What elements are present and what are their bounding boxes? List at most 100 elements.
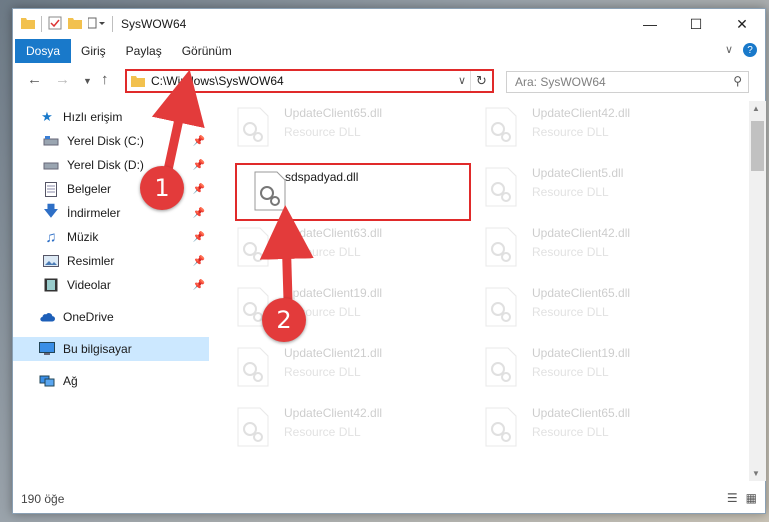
file-type: Resource DLL <box>532 365 609 379</box>
search-placeholder: Ara: SysWOW64 <box>515 75 606 89</box>
file-item[interactable]: UpdateClient42.dll Resource DLL <box>466 221 702 271</box>
dll-file-icon <box>237 407 269 447</box>
explorer-window: SysWOW64 — ☐ ✕ Dosya Giriş Paylaş Görünü… <box>12 8 766 514</box>
dll-file-icon <box>485 107 517 147</box>
navigation-pane: ★ Hızlı erişim Yerel Disk (C:) 📌 Yerel D… <box>13 101 209 479</box>
status-bar: 190 öğe ☰ ▦ <box>13 485 765 513</box>
ribbon-tabs: Dosya Giriş Paylaş Görünüm ∨ ? <box>13 39 765 63</box>
file-type: Resource DLL <box>284 125 361 139</box>
tab-share[interactable]: Paylaş <box>116 39 172 63</box>
file-highlight-box <box>235 163 471 221</box>
file-type: Resource DLL <box>532 245 609 259</box>
sidebar-item-onedrive[interactable]: OneDrive <box>13 305 209 329</box>
customize-icon[interactable] <box>87 17 106 32</box>
tab-home[interactable]: Giriş <box>71 39 116 63</box>
pin-icon[interactable]: 📌 <box>193 160 205 171</box>
file-name: UpdateClient65.dll <box>532 286 631 300</box>
vertical-scrollbar[interactable]: ▲ ▼ <box>749 101 766 481</box>
video-icon <box>43 277 59 293</box>
star-icon: ★ <box>41 109 53 124</box>
window-title: SysWOW64 <box>121 17 187 31</box>
file-type: Resource DLL <box>284 245 361 259</box>
sidebar-item-music[interactable]: ♫ Müzik 📌 <box>13 225 209 249</box>
sidebar-item-quick-access[interactable]: ★ Hızlı erişim <box>13 105 209 129</box>
quick-access-toolbar <box>13 16 113 33</box>
pin-icon[interactable]: 📌 <box>193 208 205 219</box>
file-item[interactable]: UpdateClient42.dll Resource DLL <box>218 401 454 451</box>
sidebar-item-local-disk-d[interactable]: Yerel Disk (D:) 📌 <box>13 153 209 177</box>
help-icon[interactable]: ? <box>743 43 757 57</box>
dll-file-icon <box>237 347 269 387</box>
sidebar-item-videos[interactable]: Videolar 📌 <box>13 273 209 297</box>
folder-icon[interactable] <box>21 17 35 32</box>
close-button[interactable]: ✕ <box>719 9 765 39</box>
sidebar-item-label: Müzik <box>67 230 99 244</box>
address-path[interactable]: C:\Windows\SysWOW64 <box>151 74 284 88</box>
scroll-up-icon[interactable]: ▲ <box>752 104 760 113</box>
recent-locations-icon[interactable]: ▼ <box>83 76 92 86</box>
forward-icon[interactable]: → <box>55 71 70 88</box>
sidebar-item-label: Ağ <box>63 374 78 388</box>
toolbar-divider <box>112 16 113 32</box>
sidebar-item-local-disk-c[interactable]: Yerel Disk (C:) 📌 <box>13 129 209 153</box>
file-item[interactable]: UpdateClient21.dll Resource DLL <box>218 341 454 391</box>
cloud-icon <box>39 309 55 325</box>
computer-icon <box>39 341 55 357</box>
sidebar-item-downloads[interactable]: 🡇 İndirmeler 📌 <box>13 201 209 225</box>
drive-icon <box>43 157 59 173</box>
pin-icon[interactable]: 📌 <box>193 280 205 291</box>
ribbon-right-controls: ∨ ? <box>725 43 757 57</box>
document-icon <box>43 181 59 197</box>
search-icon[interactable]: ⚲ <box>733 74 742 88</box>
title-bar: SysWOW64 — ☐ ✕ <box>13 9 765 39</box>
tab-file[interactable]: Dosya <box>15 39 71 63</box>
tab-view[interactable]: Görünüm <box>172 39 242 63</box>
details-view-icon[interactable]: ☰ <box>727 491 738 505</box>
file-item[interactable]: UpdateClient19.dll Resource DLL <box>466 341 702 391</box>
sidebar-item-label: Hızlı erişim <box>63 110 123 124</box>
file-name: UpdateClient65.dll <box>284 106 383 120</box>
sidebar-item-this-pc[interactable]: Bu bilgisayar <box>13 337 209 361</box>
file-item[interactable]: UpdateClient5.dll Resource DLL <box>466 161 702 211</box>
sidebar-item-label: Bu bilgisayar <box>63 342 132 356</box>
file-item[interactable]: UpdateClient65.dll Resource DLL <box>466 281 702 331</box>
dll-file-icon <box>237 227 269 267</box>
search-input[interactable]: Ara: SysWOW64 ⚲ <box>506 71 749 93</box>
dll-file-icon <box>485 347 517 387</box>
address-bar[interactable]: C:\Windows\SysWOW64 ∨ ↻ <box>125 69 494 93</box>
file-item[interactable]: UpdateClient65.dll Resource DLL <box>218 101 454 151</box>
new-folder-icon[interactable] <box>68 17 82 32</box>
file-item[interactable]: UpdateClient65.dll Resource DLL <box>466 401 702 451</box>
pin-icon[interactable]: 📌 <box>193 256 205 267</box>
file-item[interactable]: UpdateClient63.dll Resource DLL <box>218 221 454 271</box>
sidebar-item-pictures[interactable]: Resimler 📌 <box>13 249 209 273</box>
dll-file-icon <box>485 407 517 447</box>
pin-icon[interactable]: 📌 <box>193 136 205 147</box>
file-name: UpdateClient19.dll <box>284 286 383 300</box>
window-controls: — ☐ ✕ <box>627 9 765 39</box>
file-item[interactable]: UpdateClient42.dll Resource DLL <box>466 101 702 151</box>
scroll-down-icon[interactable]: ▼ <box>752 469 760 478</box>
minimize-button[interactable]: — <box>627 9 673 39</box>
dll-file-icon <box>485 167 517 207</box>
up-icon[interactable]: ↑ <box>101 71 109 88</box>
sidebar-item-label: İndirmeler <box>67 206 121 220</box>
file-name: UpdateClient65.dll <box>532 406 631 420</box>
sidebar-item-network[interactable]: Ağ <box>13 369 209 393</box>
file-item[interactable]: UpdateClient19.dll Resource DLL <box>218 281 454 331</box>
dll-file-icon <box>237 107 269 147</box>
pin-icon[interactable]: 📌 <box>193 232 205 243</box>
maximize-button[interactable]: ☐ <box>673 9 719 39</box>
properties-icon[interactable] <box>48 16 62 33</box>
file-name: UpdateClient63.dll <box>284 226 383 240</box>
download-icon: 🡇 <box>43 202 59 220</box>
large-icons-view-icon[interactable]: ▦ <box>746 491 757 505</box>
chevron-down-icon[interactable]: ∨ <box>458 74 466 87</box>
scroll-thumb[interactable] <box>751 121 764 171</box>
pin-icon[interactable]: 📌 <box>193 184 205 195</box>
back-icon[interactable]: ← <box>27 71 42 88</box>
sidebar-item-label: Yerel Disk (D:) <box>67 158 144 172</box>
music-icon: ♫ <box>45 228 57 246</box>
expand-ribbon-icon[interactable]: ∨ <box>725 43 733 57</box>
refresh-icon[interactable]: ↻ <box>470 71 492 91</box>
